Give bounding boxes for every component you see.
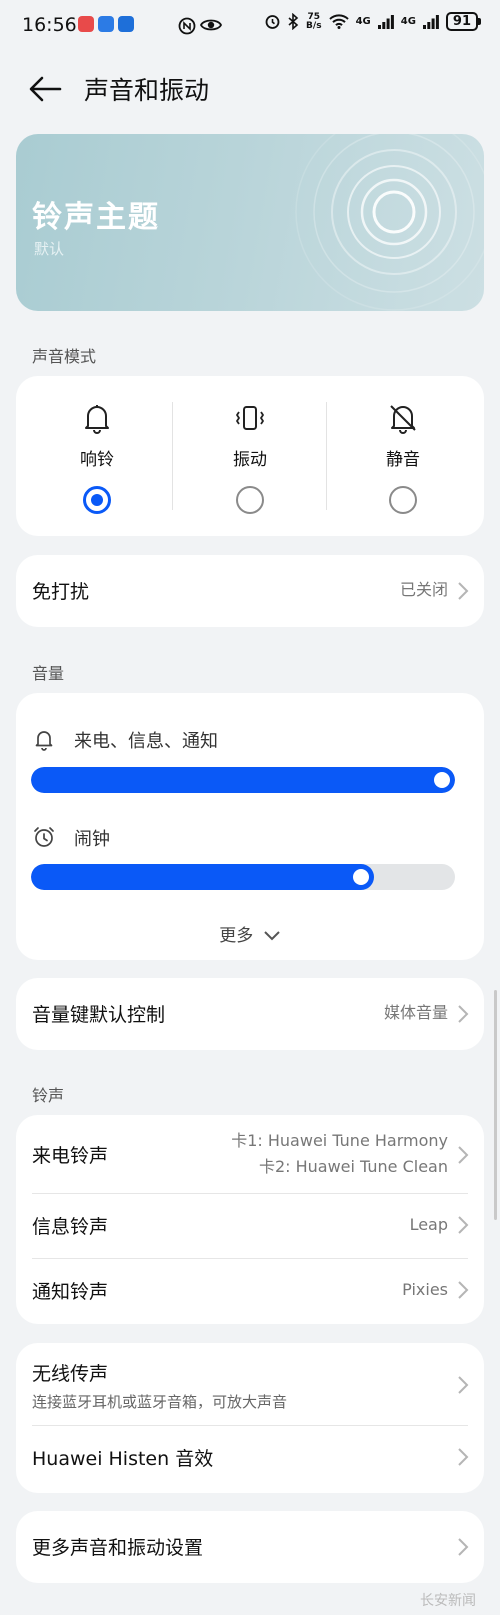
chevron-down-icon	[263, 931, 280, 941]
app-notification-icon	[78, 16, 94, 32]
chevron-right-icon	[458, 1005, 469, 1023]
bluetooth-icon	[288, 13, 299, 30]
wireless-audio-row[interactable]: 无线传声 连接蓝牙耳机或蓝牙音箱，可放大声音	[16, 1343, 484, 1425]
alarm-volume-slider[interactable]	[31, 864, 455, 890]
app-header: 声音和振动	[0, 62, 500, 114]
radio-unselected[interactable]	[236, 486, 264, 514]
dnd-row[interactable]: 免打扰 已关闭	[16, 555, 484, 627]
chevron-right-icon	[458, 1146, 469, 1164]
banner-title: 铃声主题	[32, 200, 160, 235]
bell-off-icon	[390, 405, 416, 434]
notification-ringtone-row[interactable]: 通知铃声 Pixies	[16, 1259, 484, 1323]
wifi-icon	[328, 14, 349, 29]
section-sound-mode: 声音模式	[32, 347, 97, 366]
app-notification-icon	[118, 16, 134, 32]
radio-unselected[interactable]	[389, 486, 417, 514]
section-ringtones: 铃声	[32, 1086, 65, 1105]
signal-label-1: 4G	[355, 16, 371, 27]
signal-icon	[377, 14, 394, 29]
scrollbar[interactable]	[494, 990, 497, 1220]
mode-label: 静音	[386, 450, 420, 470]
audio-card: 无线传声 连接蓝牙耳机或蓝牙音箱，可放大声音 Huawei Histen 音效	[16, 1343, 484, 1493]
notification-ringtone-value: Pixies	[402, 1280, 448, 1299]
message-ringtone-row[interactable]: 信息铃声 Leap	[16, 1194, 484, 1258]
call-ringtone-row[interactable]: 来电铃声 卡1: Huawei Tune Harmony 卡2: Huawei …	[16, 1115, 484, 1193]
ringtones-card: 来电铃声 卡1: Huawei Tune Harmony 卡2: Huawei …	[16, 1115, 484, 1324]
vibrate-icon	[236, 406, 264, 430]
divider	[172, 402, 173, 510]
volume-key-label: 音量键默认控制	[32, 1004, 166, 1026]
mode-silent[interactable]: 静音	[327, 376, 479, 536]
network-speed: 75 B/s	[306, 12, 322, 31]
ring-volume-slider[interactable]	[31, 767, 455, 793]
histen-row[interactable]: Huawei Histen 音效	[16, 1426, 484, 1492]
volume-card: 来电、信息、通知 闹钟 更多	[16, 693, 484, 960]
mode-ring[interactable]: 响铃	[21, 376, 173, 536]
nfc-icon	[178, 17, 196, 35]
sim1-ringtone: 卡1: Huawei Tune Harmony	[231, 1131, 448, 1150]
app-notification-icon	[98, 16, 114, 32]
chevron-right-icon	[458, 1448, 469, 1466]
chevron-right-icon	[458, 1538, 469, 1556]
battery-indicator: 91	[445, 12, 482, 31]
signal-label-2: 4G	[400, 16, 416, 27]
more-volume-toggle[interactable]: 更多	[16, 921, 484, 946]
network-speed-unit: B/s	[306, 20, 322, 31]
slider-knob[interactable]	[353, 869, 369, 885]
page-title: 声音和振动	[84, 76, 210, 105]
chevron-right-icon	[458, 1216, 469, 1234]
more-label: 更多	[219, 926, 254, 946]
status-bar: 16:56 75 B/s 4G 4G 91	[0, 0, 500, 52]
dnd-label: 免打扰	[32, 581, 90, 603]
alarm-volume-label: 闹钟	[74, 829, 110, 850]
sound-waves-icon	[295, 134, 484, 311]
status-indicators: 75 B/s 4G 4G 91	[264, 12, 482, 31]
ringtone-theme-banner[interactable]: 铃声主题 默认	[16, 134, 484, 311]
wireless-audio-label: 无线传声	[32, 1363, 109, 1385]
back-arrow-icon[interactable]	[26, 74, 66, 104]
wireless-audio-desc: 连接蓝牙耳机或蓝牙音箱，可放大声音	[32, 1393, 288, 1411]
mode-label: 响铃	[80, 450, 114, 470]
banner-subtitle: 默认	[34, 240, 65, 258]
more-settings-label: 更多声音和振动设置	[32, 1537, 204, 1559]
notification-ringtone-label: 通知铃声	[32, 1281, 109, 1303]
alarm-volume-fill	[31, 864, 374, 890]
message-ringtone-label: 信息铃声	[32, 1216, 109, 1238]
section-volume: 音量	[32, 664, 65, 683]
ring-volume-fill	[31, 767, 455, 793]
dnd-value: 已关闭	[399, 580, 448, 599]
radio-selected[interactable]	[83, 486, 111, 514]
chevron-right-icon	[458, 1281, 469, 1299]
histen-label: Huawei Histen 音效	[32, 1448, 214, 1470]
slider-knob[interactable]	[434, 772, 450, 788]
more-settings-row[interactable]: 更多声音和振动设置	[16, 1511, 484, 1583]
call-ringtone-values: 卡1: Huawei Tune Harmony 卡2: Huawei Tune …	[231, 1128, 448, 1180]
alarm-icon	[265, 15, 280, 29]
mode-label: 振动	[233, 450, 267, 470]
status-time: 16:56	[22, 14, 77, 36]
mode-vibrate[interactable]: 振动	[174, 376, 326, 536]
sound-mode-card: 响铃 振动 静音	[16, 376, 484, 536]
chevron-right-icon	[458, 1376, 469, 1394]
sim2-ringtone: 卡2: Huawei Tune Clean	[258, 1157, 448, 1176]
volume-key-row[interactable]: 音量键默认控制 媒体音量	[16, 978, 484, 1050]
chevron-right-icon	[458, 582, 469, 600]
alarm-clock-icon	[34, 827, 54, 847]
volume-key-value: 媒体音量	[383, 1003, 448, 1022]
call-ringtone-label: 来电铃声	[32, 1145, 109, 1167]
bell-icon	[35, 731, 53, 751]
eye-comfort-icon	[200, 19, 222, 31]
signal-icon	[422, 14, 439, 29]
watermark: 长安新闻	[420, 1593, 476, 1609]
message-ringtone-value: Leap	[409, 1215, 448, 1234]
ring-volume-label: 来电、信息、通知	[74, 731, 218, 752]
bell-icon	[85, 405, 109, 434]
